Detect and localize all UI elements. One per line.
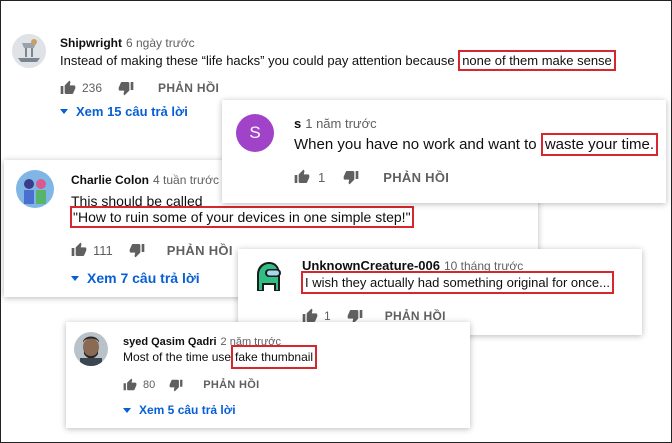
comment-header: s 1 năm trước xyxy=(294,115,377,133)
like-count: 236 xyxy=(82,81,103,95)
action-bar: 1 PHẢN HỒI xyxy=(294,169,449,185)
like-count: 1 xyxy=(318,169,326,185)
comment-header: Charlie Colon 4 tuần trước xyxy=(71,171,219,189)
comment-text: Most of the time use fake thumbnail xyxy=(123,345,318,369)
comment-text: I wish they actually had something origi… xyxy=(301,271,614,294)
thumb-down-icon[interactable] xyxy=(343,169,359,185)
thumb-up-icon[interactable] xyxy=(60,80,76,96)
thumb-up-icon[interactable] xyxy=(71,242,87,258)
view-replies-link[interactable]: Xem 15 câu trả lời xyxy=(60,104,188,119)
comment-s: S s 1 năm trước When you have no work and… xyxy=(222,100,666,203)
reply-button[interactable]: PHẢN HỒI xyxy=(167,243,233,258)
avatar[interactable] xyxy=(16,170,54,208)
highlight-box: waste your time. xyxy=(540,133,659,156)
comment-time[interactable]: 6 ngày trước xyxy=(126,36,195,50)
author-name[interactable]: Shipwright xyxy=(60,36,122,50)
view-replies-link[interactable]: Xem 5 câu trả lời xyxy=(123,403,236,417)
thumb-down-icon[interactable] xyxy=(169,378,183,392)
thumb-down-icon[interactable] xyxy=(129,242,145,258)
comment-text: Instead of making these “life hacks” you… xyxy=(60,50,616,71)
caret-down-icon xyxy=(60,109,68,114)
thumb-up-icon[interactable] xyxy=(294,169,310,185)
comment-time[interactable]: 1 năm trước xyxy=(305,116,376,131)
avatar[interactable] xyxy=(74,332,108,366)
comment-text-highlight: "How to ruin some of your devices in one… xyxy=(70,206,414,228)
reply-button[interactable]: PHẢN HỒI xyxy=(203,379,259,391)
comment-time[interactable]: 4 tuần trước xyxy=(153,173,219,187)
author-name[interactable]: s xyxy=(294,116,301,131)
avatar[interactable] xyxy=(248,257,288,297)
caret-down-icon xyxy=(123,407,131,413)
highlight-box: I wish they actually had something origi… xyxy=(301,271,614,294)
reply-button[interactable]: PHẢN HỒI xyxy=(158,81,219,95)
avatar[interactable] xyxy=(12,34,46,68)
comment-text: When you have no work and want to waste … xyxy=(294,133,659,156)
action-bar: 80 PHẢN HỒI xyxy=(123,378,259,392)
comment-header: Shipwright 6 ngày trước xyxy=(60,34,195,52)
comment-syed-qasim-qadri: syed Qasim Qadri 2 năm trước Most of the … xyxy=(66,322,470,428)
thumb-down-icon[interactable] xyxy=(118,80,134,96)
reply-button[interactable]: PHẢN HỒI xyxy=(383,170,449,185)
highlight-box: "How to ruin some of your devices in one… xyxy=(70,206,414,228)
action-bar: 111 PHẢN HỒI xyxy=(71,242,233,258)
view-replies-link[interactable]: Xem 7 câu trả lời xyxy=(71,270,200,286)
reply-button[interactable]: PHẢN HỒI xyxy=(385,309,446,323)
avatar[interactable]: S xyxy=(236,114,274,152)
like-count: 80 xyxy=(143,379,156,391)
like-count: 111 xyxy=(93,242,113,258)
highlight-box: fake thumbnail xyxy=(231,345,318,369)
action-bar: 236 PHẢN HỒI xyxy=(60,80,219,96)
avatar-letter: S xyxy=(249,123,261,142)
like-count: 1 xyxy=(324,309,331,323)
highlight-box: none of them make sense xyxy=(458,50,616,71)
caret-down-icon xyxy=(71,275,79,281)
author-name[interactable]: syed Qasim Qadri xyxy=(123,336,217,348)
thumb-up-icon[interactable] xyxy=(123,378,137,392)
author-name[interactable]: Charlie Colon xyxy=(71,173,149,187)
